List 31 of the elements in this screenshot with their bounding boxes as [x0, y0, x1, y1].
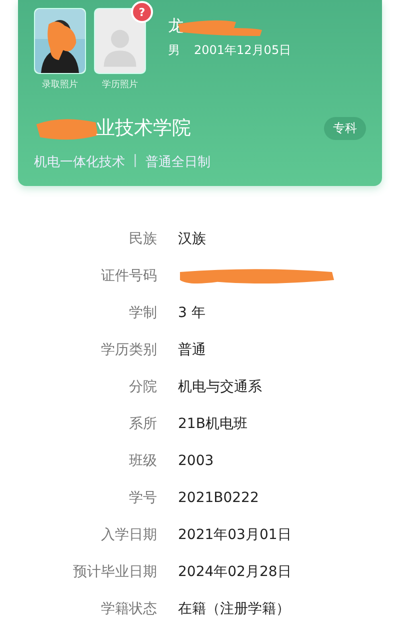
- field-label: 民族: [128, 230, 157, 248]
- separator-text: |: [133, 153, 138, 170]
- level-tag: 专科: [324, 116, 366, 140]
- field-label: 班级: [128, 452, 157, 470]
- field-label: 学籍状态: [100, 600, 157, 618]
- field-label: 分院: [128, 378, 157, 396]
- field-label: 入学日期: [100, 526, 157, 544]
- birth-date: 2001年12月05日: [194, 42, 292, 59]
- field-value: 2021年03月01日: [178, 526, 292, 544]
- field-value: 3 年: [178, 304, 206, 322]
- field-value: 在籍（注册学籍）: [178, 600, 290, 618]
- field-label: 学号: [128, 488, 157, 506]
- field-value: 普通: [178, 340, 206, 358]
- field-label: 预计毕业日期: [72, 562, 157, 580]
- major-text: 机电一体化技术: [34, 154, 125, 171]
- field-value: 汉族: [178, 230, 206, 248]
- school-name: 业技术学院: [96, 116, 191, 141]
- study-mode: 普通全日制: [145, 154, 210, 171]
- field-label: 学历类别: [100, 340, 157, 358]
- field-label: 学制: [128, 304, 157, 322]
- field-label: 系所: [128, 414, 157, 432]
- photo-caption: 录取照片: [42, 78, 78, 91]
- gender-text: 男: [168, 42, 180, 59]
- field-value: 2024年02月28日: [178, 562, 292, 580]
- photo-caption: 学历照片: [102, 78, 138, 91]
- field-value: 21B机电班: [178, 414, 248, 432]
- field-value: 2021B0222: [178, 490, 259, 506]
- field-value: 机电与交通系: [178, 378, 262, 396]
- question-badge[interactable]: ?: [131, 1, 153, 23]
- field-label: 证件号码: [100, 266, 157, 284]
- field-value: 2003: [178, 452, 214, 468]
